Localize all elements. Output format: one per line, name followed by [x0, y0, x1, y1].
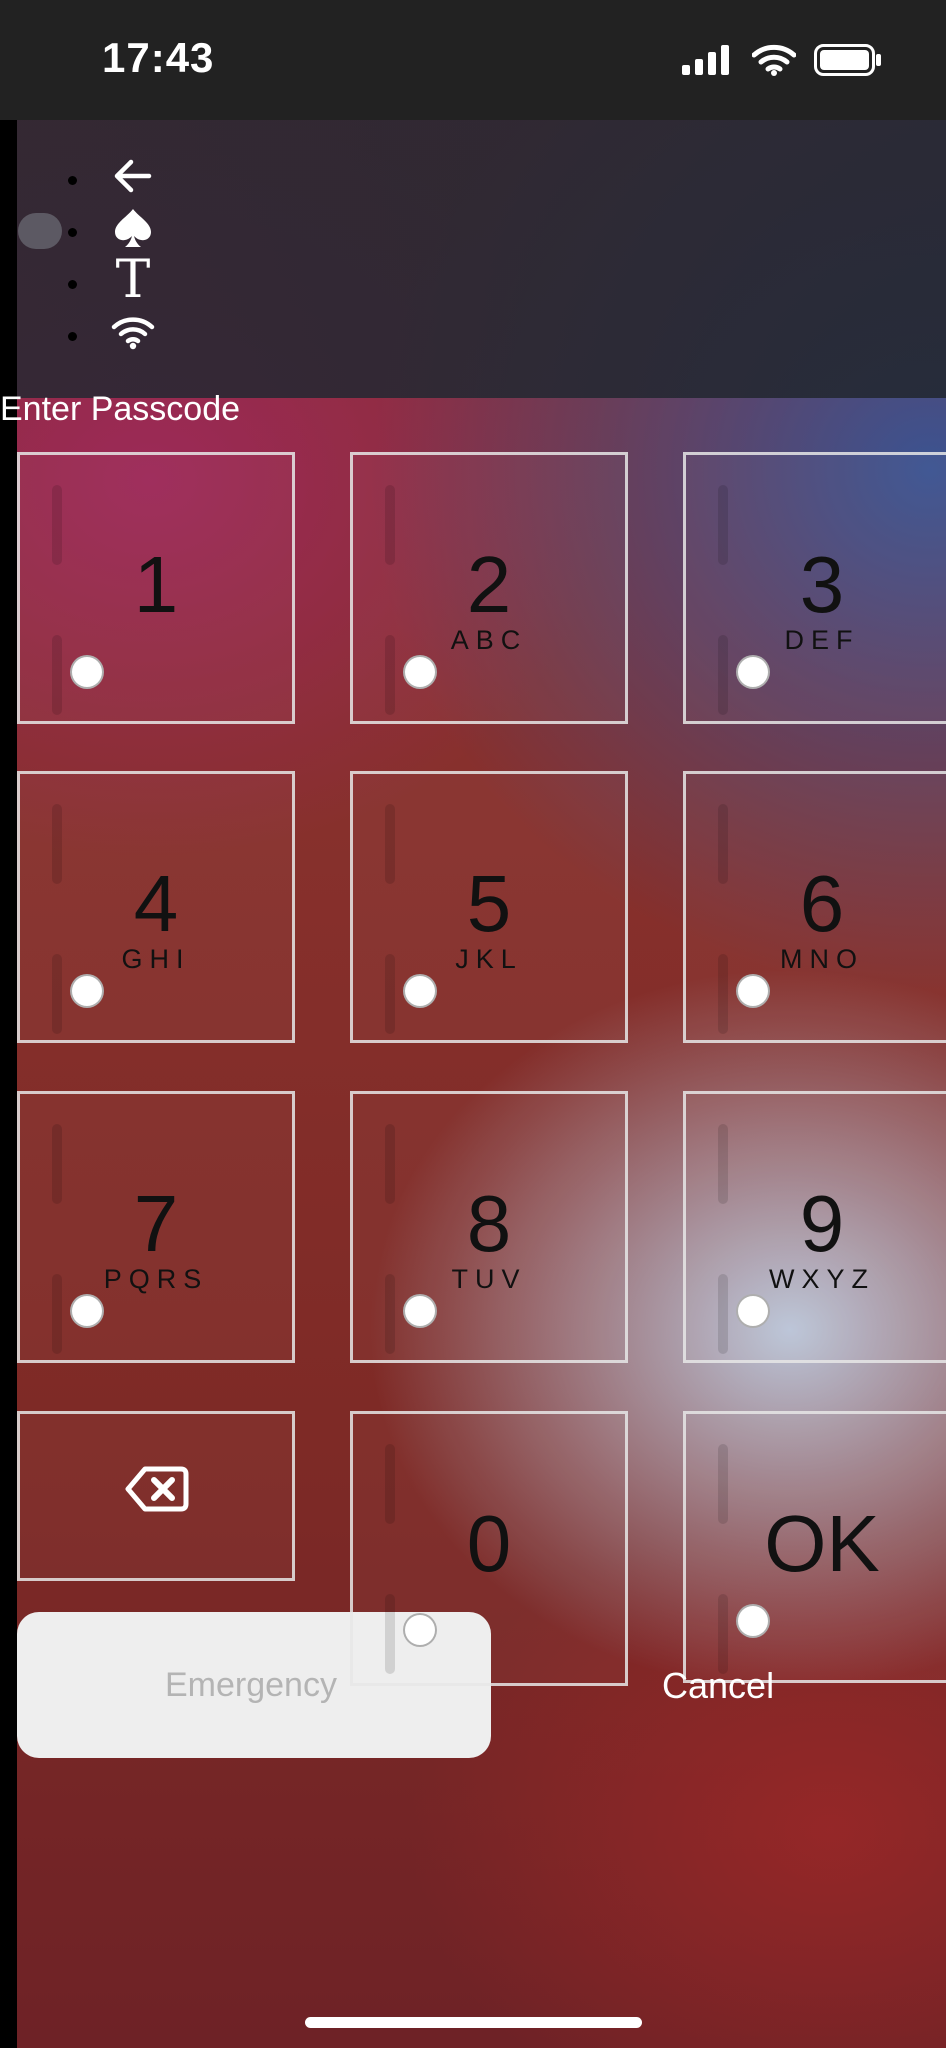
- backspace-icon: [125, 1466, 189, 1512]
- key-letters: TUV: [451, 1264, 527, 1294]
- signal-icon: [682, 45, 729, 75]
- key-dot: [403, 974, 437, 1008]
- key-digit: 5: [466, 859, 512, 948]
- key-digit: 9: [799, 1179, 845, 1268]
- key-letters: JKL: [455, 944, 523, 974]
- key-5[interactable]: 5 JKL: [350, 771, 628, 1043]
- key-dot: [70, 655, 104, 689]
- key-dot: [403, 655, 437, 689]
- left-edge-strip: [0, 0, 17, 2048]
- spade-icon[interactable]: [108, 203, 158, 253]
- key-digit: 1: [133, 540, 179, 629]
- key-track: [718, 1594, 728, 1674]
- ok-label: OK: [764, 1499, 880, 1588]
- status-icons: [682, 44, 882, 76]
- key-digit: 0: [466, 1499, 512, 1588]
- key-digit: 6: [799, 859, 845, 948]
- key-3[interactable]: 3 DEF: [683, 452, 946, 724]
- key-1[interactable]: 1: [17, 452, 295, 724]
- key-digit: 2: [466, 540, 512, 629]
- key-4[interactable]: 4 GHI: [17, 771, 295, 1043]
- key-digit: 4: [133, 859, 179, 948]
- status-bar: 17:43: [0, 0, 946, 120]
- arrow-left-icon[interactable]: [108, 151, 158, 201]
- key-dot: [736, 1604, 770, 1638]
- key-0[interactable]: 0: [350, 1411, 628, 1686]
- scroll-handle[interactable]: [18, 213, 62, 249]
- key-letters: GHI: [121, 944, 191, 974]
- ok-key[interactable]: OK: [683, 1411, 946, 1683]
- key-dot: [403, 1294, 437, 1328]
- text-t-glyph: T: [115, 250, 151, 310]
- key-digit: 8: [466, 1179, 512, 1268]
- key-digit: 7: [133, 1179, 179, 1268]
- home-indicator[interactable]: [305, 2017, 642, 2028]
- key-letters: MNO: [780, 944, 864, 974]
- list-item-spade[interactable]: [68, 202, 158, 254]
- key-9[interactable]: 9 WXYZ: [683, 1091, 946, 1363]
- key-dot: [70, 1294, 104, 1328]
- list-bullet: [68, 228, 77, 237]
- list-bullet: [68, 176, 77, 185]
- list-item-wifi[interactable]: [68, 306, 158, 358]
- key-letters: ABC: [450, 625, 528, 655]
- key-dot: [736, 655, 770, 689]
- cancel-button[interactable]: Cancel: [662, 1665, 774, 1707]
- key-dot: [736, 974, 770, 1008]
- key-track: [52, 635, 62, 715]
- key-track: [385, 1594, 395, 1674]
- key-dot: [736, 1294, 770, 1328]
- key-dot: [70, 974, 104, 1008]
- key-dot: [403, 1613, 437, 1647]
- key-letters: DEF: [784, 625, 860, 655]
- page-title: Enter Passcode: [0, 390, 241, 428]
- list-item-back[interactable]: [68, 150, 158, 202]
- wifi-icon: [752, 44, 796, 76]
- list-item-text[interactable]: T: [68, 250, 158, 310]
- text-t-icon[interactable]: T: [108, 250, 158, 310]
- key-letters: WXYZ: [769, 1264, 875, 1294]
- icon-list: T: [68, 150, 158, 358]
- emergency-label: Emergency: [165, 1666, 337, 1704]
- wifi-icon[interactable]: [108, 307, 158, 357]
- status-time: 17:43: [102, 34, 215, 81]
- list-bullet: [68, 280, 77, 289]
- key-6[interactable]: 6 MNO: [683, 771, 946, 1043]
- key-digit: 3: [799, 540, 845, 629]
- key-2[interactable]: 2 ABC: [350, 452, 628, 724]
- backspace-key[interactable]: [17, 1411, 295, 1581]
- key-8[interactable]: 8 TUV: [350, 1091, 628, 1363]
- key-7[interactable]: 7 PQRS: [17, 1091, 295, 1363]
- list-bullet: [68, 332, 77, 341]
- battery-icon: [814, 44, 881, 76]
- key-letters: PQRS: [103, 1264, 209, 1294]
